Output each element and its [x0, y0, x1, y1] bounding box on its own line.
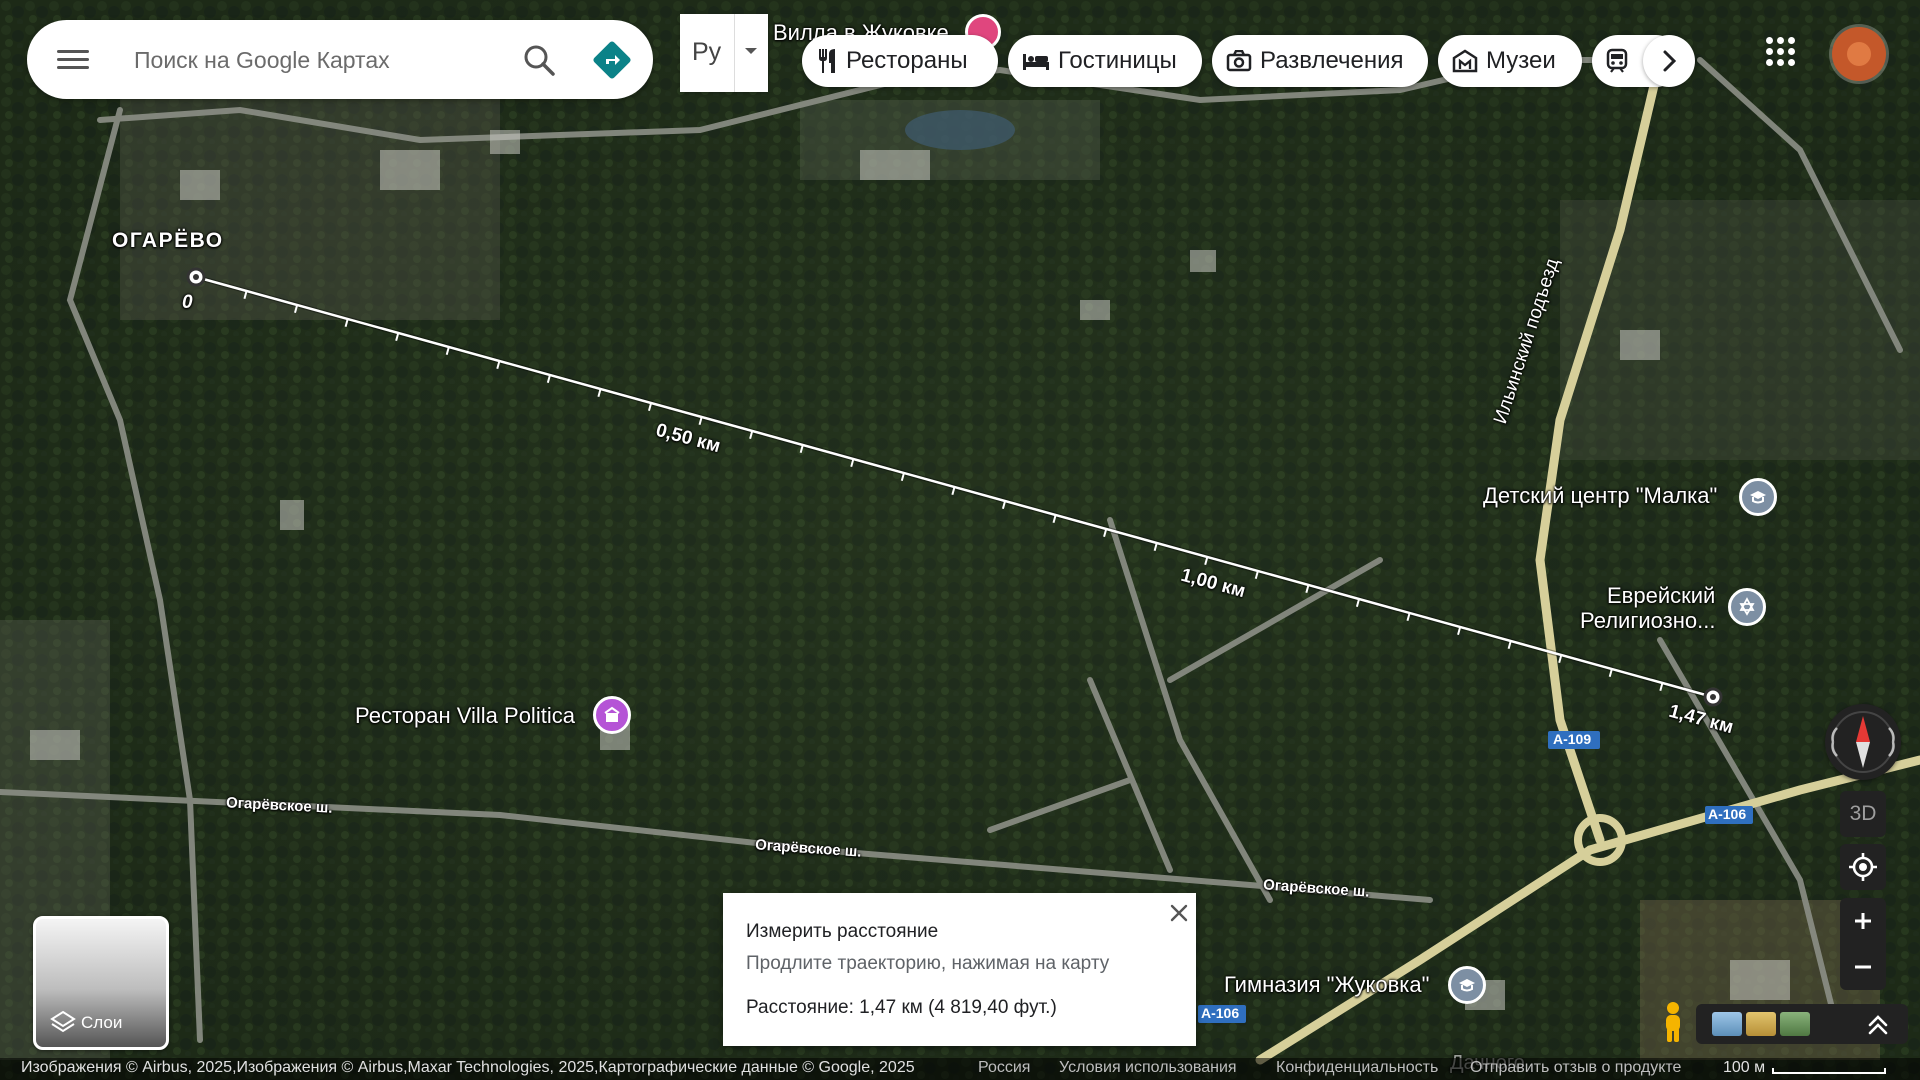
expand-up-icon[interactable] [1848, 1004, 1908, 1044]
measure-total-distance: Расстояние: 1,47 км (4 819,40 фут.) [746, 997, 1057, 1018]
gymnasium-label[interactable]: Гимназия "Жуковка" [1224, 972, 1429, 998]
chip-label: Рестораны [846, 47, 968, 74]
pegman-icon[interactable] [1656, 1000, 1690, 1046]
zoom-control [1840, 898, 1886, 990]
school-pin-icon[interactable] [1739, 478, 1777, 516]
country-link[interactable]: Россия [978, 1059, 1030, 1077]
avatar[interactable] [1832, 27, 1886, 81]
layers-button[interactable]: Слои [33, 916, 169, 1050]
chip-label: Развлечения [1260, 47, 1404, 74]
search-input[interactable] [132, 38, 516, 82]
search-icon[interactable] [521, 42, 557, 78]
feedback-link[interactable]: Отправить отзыв о продукте [1470, 1059, 1681, 1077]
layers-icon [50, 1010, 76, 1033]
chip-museums[interactable]: Музеи [1438, 35, 1582, 87]
zoom-out-button[interactable] [1840, 944, 1886, 990]
religious-pin-icon[interactable] [1728, 588, 1766, 626]
menu-icon[interactable] [57, 45, 89, 75]
chip-restaurants[interactable]: Рестораны [802, 35, 998, 87]
apps-grid-icon[interactable] [1766, 37, 1796, 67]
language-label: Ру [692, 38, 722, 66]
satellite-thumb[interactable] [1780, 1012, 1810, 1036]
malka-label[interactable]: Детский центр "Малка" [1483, 483, 1717, 509]
fork-knife-icon [819, 49, 835, 73]
privacy-link[interactable]: Конфиденциальность [1276, 1059, 1438, 1077]
road-shield-a109: А-109 [1553, 731, 1592, 747]
scale-label: 100 м [1723, 1059, 1766, 1076]
terms-link[interactable]: Условия использования [1059, 1059, 1237, 1077]
compass-icon[interactable] [1825, 704, 1901, 780]
road-shield-a106-right: А-106 [1708, 806, 1747, 822]
directions-icon[interactable] [592, 40, 632, 80]
3d-toggle-button[interactable]: 3D [1840, 791, 1886, 837]
road-shield-a106-bottom: А-106 [1201, 1005, 1240, 1021]
scale-bar [1772, 1068, 1886, 1074]
measure-title: Измерить расстояние [746, 921, 939, 942]
restaurant-label[interactable]: Ресторан Villa Politica [355, 703, 575, 729]
museum-icon [1452, 49, 1478, 73]
chevron-right-icon[interactable] [1643, 35, 1695, 87]
chip-entertainment[interactable]: Развлечения [1212, 35, 1428, 87]
terrain-thumb[interactable] [1712, 1012, 1742, 1036]
chip-label: Музеи [1486, 47, 1556, 74]
traffic-thumb[interactable] [1746, 1012, 1776, 1036]
camera-icon [1226, 50, 1252, 72]
zoom-in-button[interactable] [1840, 898, 1886, 944]
jewish-center-label-2[interactable]: Религиозно... [1580, 608, 1715, 634]
measure-hint: Продлите траекторию, нажимая на карту [746, 953, 1110, 974]
attribution-text: Изображения © Airbus, 2025,Изображения ©… [21, 1059, 915, 1076]
village-label: ОГАРЁВО [112, 229, 224, 252]
layers-label: Слои [81, 1013, 123, 1032]
search-box [27, 20, 653, 99]
train-icon [1606, 48, 1628, 73]
language-selector[interactable]: Ру [680, 14, 768, 92]
close-icon[interactable] [1167, 901, 1191, 925]
chevron-down-icon[interactable] [734, 14, 769, 92]
measure-distance-panel: Измерить расстояние Продлите траекторию,… [723, 893, 1196, 1046]
my-location-icon[interactable] [1840, 844, 1886, 890]
chip-label: Гостиницы [1058, 47, 1177, 74]
bed-icon [1023, 54, 1049, 70]
jewish-center-label-1[interactable]: Еврейский [1607, 583, 1715, 609]
restaurant-pin-icon[interactable] [593, 696, 631, 734]
measure-start-label: 0 [182, 292, 193, 313]
chip-hotels[interactable]: Гостиницы [1008, 35, 1202, 87]
gymnasium-pin-icon[interactable] [1448, 966, 1486, 1004]
